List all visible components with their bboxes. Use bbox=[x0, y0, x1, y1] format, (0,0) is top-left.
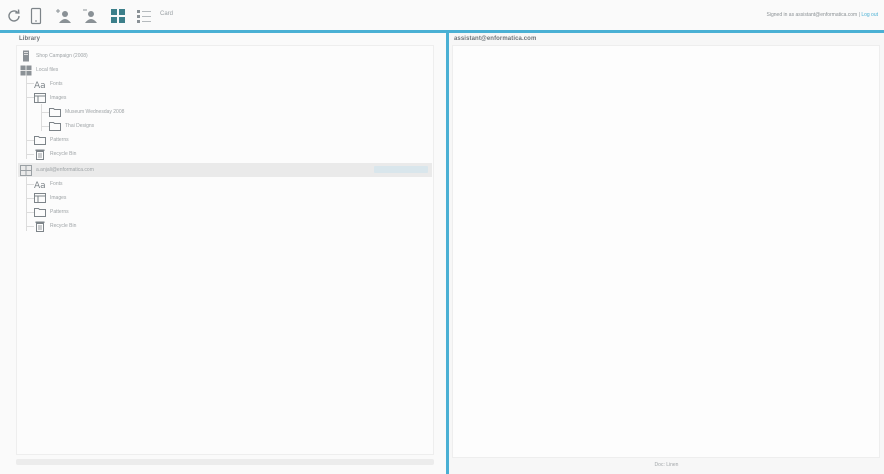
tree-item-label: Shop Campaign (2008) bbox=[36, 53, 88, 59]
tree-item-label: a.anjali@enformatica.com bbox=[36, 167, 94, 173]
tree-item-fonts-2[interactable]: Aa Fonts bbox=[34, 177, 63, 191]
document-canvas[interactable] bbox=[452, 45, 880, 458]
logout-link[interactable]: Log out bbox=[861, 12, 878, 18]
user-icon[interactable] bbox=[80, 6, 100, 26]
item-action-button[interactable] bbox=[374, 166, 428, 173]
tree-item-recycle-bin[interactable]: Recycle Bin bbox=[34, 147, 76, 161]
tree-item-label: Patterns bbox=[50, 137, 69, 143]
user-text: Signed in as assistant@enformatica.com | bbox=[766, 12, 862, 18]
tree-item-account[interactable]: a.anjali@enformatica.com bbox=[18, 163, 432, 177]
library-tree: Shop Campaign (2008) Local files Aa Font… bbox=[16, 45, 434, 455]
tree-item-fonts[interactable]: Aa Fonts bbox=[34, 77, 63, 91]
tree-item-patterns-2[interactable]: Patterns bbox=[34, 205, 69, 219]
folder-icon bbox=[49, 120, 61, 132]
font-icon: Aa bbox=[34, 78, 46, 90]
tree-item-patterns[interactable]: Patterns bbox=[34, 133, 69, 147]
trash-icon bbox=[34, 148, 46, 160]
document-footer: Doc: Linen bbox=[654, 462, 679, 468]
library-pane: Library Shop Campaign (2008) Local files bbox=[0, 33, 446, 474]
folder-icon bbox=[49, 106, 61, 118]
mobile-icon[interactable] bbox=[26, 6, 46, 26]
tree-item-label: Thai Designs bbox=[65, 123, 95, 129]
document-pane: assistant@enformatica.com Doc: Linen bbox=[449, 33, 884, 474]
tree-item-label: Recycle Bin bbox=[50, 223, 77, 229]
image-icon bbox=[34, 92, 46, 104]
document-title: assistant@enformatica.com bbox=[454, 36, 537, 42]
tree-item-label: Patterns bbox=[50, 209, 69, 215]
toolbar: Card Signed in as assistant@enformatica.… bbox=[0, 0, 884, 33]
tree-item-label: Local files bbox=[36, 67, 59, 73]
tree-item-thai-designs[interactable]: Thai Designs bbox=[49, 119, 94, 133]
trash-icon bbox=[34, 220, 46, 232]
refresh-icon[interactable] bbox=[4, 6, 24, 26]
tree-item-images-2[interactable]: Images bbox=[34, 191, 66, 205]
tree-item-shop-campaign[interactable]: Shop Campaign (2008) bbox=[20, 49, 88, 63]
svg-text:Aa: Aa bbox=[34, 81, 46, 89]
grid-view-icon[interactable] bbox=[108, 6, 128, 26]
tree-item-label: Recycle Bin bbox=[50, 151, 77, 157]
folder-icon bbox=[34, 134, 46, 146]
horizontal-scrollbar[interactable] bbox=[16, 459, 434, 465]
server-icon bbox=[20, 50, 32, 62]
view-mode-label: Card bbox=[160, 11, 174, 17]
tree-item-museum-wednesday[interactable]: Museum Wednesday 2008 bbox=[49, 105, 124, 119]
user-status: Signed in as assistant@enformatica.com |… bbox=[767, 12, 878, 18]
image-icon bbox=[34, 192, 46, 204]
folder-icon bbox=[34, 206, 46, 218]
list-view-icon[interactable] bbox=[134, 6, 154, 26]
svg-text:Aa: Aa bbox=[34, 181, 46, 189]
library-title: Library bbox=[19, 36, 41, 42]
font-icon: Aa bbox=[34, 178, 46, 190]
tree-item-label: Fonts bbox=[50, 81, 63, 87]
tree-item-label: Images bbox=[50, 95, 67, 101]
database-icon bbox=[20, 164, 32, 176]
tree-item-label: Fonts bbox=[50, 181, 63, 187]
tree-item-images[interactable]: Images bbox=[34, 91, 66, 105]
tree-item-recycle-bin-2[interactable]: Recycle Bin bbox=[34, 219, 76, 233]
tree-item-local-files[interactable]: Local files bbox=[20, 63, 58, 77]
database-icon bbox=[20, 64, 32, 76]
tree-item-label: Museum Wednesday 2008 bbox=[65, 109, 125, 115]
user-add-icon[interactable] bbox=[54, 6, 74, 26]
tree-item-label: Images bbox=[50, 195, 67, 201]
